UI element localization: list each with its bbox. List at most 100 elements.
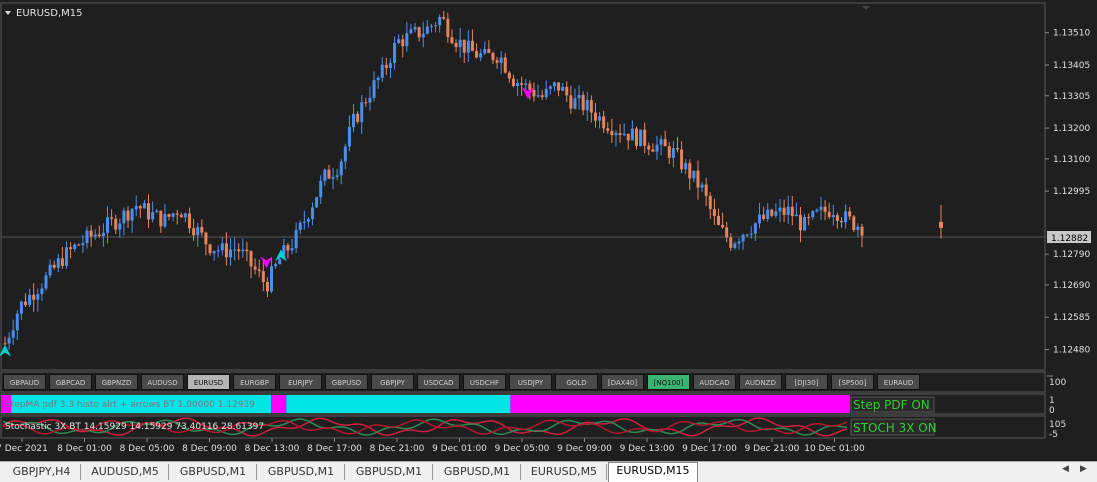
- candle-body: [835, 215, 839, 221]
- candle-body: [245, 249, 249, 252]
- candle-body: [659, 139, 663, 145]
- candle-body: [388, 63, 392, 68]
- symbol-button-audcad[interactable]: AUDCAD: [693, 374, 736, 390]
- symbol-button-audnzd[interactable]: AUDNZD: [739, 374, 782, 390]
- symbol-button-euraud[interactable]: EURAUD: [877, 374, 920, 390]
- candle-body: [844, 211, 848, 223]
- symbol-button-eurusd[interactable]: EURUSD: [187, 374, 230, 390]
- chart-tab[interactable]: GBPUSD,M1: [346, 464, 433, 480]
- candle-body: [93, 234, 97, 237]
- candle-body: [163, 214, 167, 227]
- symbol-button-eurgbp[interactable]: EURGBP: [233, 374, 276, 390]
- symbol-button-nq100[interactable]: [NQ100]: [647, 374, 690, 390]
- candle-body: [831, 215, 835, 218]
- candle-body: [528, 83, 532, 90]
- candle-body: [306, 219, 310, 222]
- candle-body: [393, 43, 397, 64]
- candle-body: [138, 206, 142, 209]
- candle-body: [581, 94, 585, 111]
- candle-body: [839, 220, 843, 223]
- candle-body: [598, 116, 602, 121]
- candle-body: [65, 247, 69, 266]
- symbol-button-gold[interactable]: GOLD: [555, 374, 598, 390]
- chart-tab[interactable]: GBPUSD,M1: [258, 464, 345, 480]
- candle-body: [81, 243, 85, 246]
- candle-body: [188, 213, 192, 229]
- candle-body: [790, 206, 794, 217]
- symbol-button-dax40[interactable]: [DAX40]: [601, 374, 644, 390]
- candle-body: [470, 40, 474, 51]
- indicator1-scale-bottom: 0: [1049, 406, 1055, 416]
- candle-body: [19, 301, 23, 314]
- candle-body: [725, 227, 729, 238]
- candle-body: [60, 258, 64, 266]
- candle-body: [106, 217, 110, 233]
- candle-body: [626, 133, 630, 141]
- candle-body: [803, 216, 807, 231]
- candle-body: [319, 180, 323, 198]
- candle-body: [352, 113, 356, 128]
- time-tick-label: 10 Dec 01:00: [804, 444, 865, 454]
- candle-body: [196, 227, 200, 236]
- candle-body: [483, 48, 487, 54]
- time-tick-label: 9 Dec 05:00: [495, 444, 550, 454]
- symbol-button-audusd[interactable]: AUDUSD: [141, 374, 184, 390]
- candle-body: [175, 213, 179, 215]
- tab-scroll-left-icon[interactable]: ◀: [1062, 464, 1069, 474]
- main-chart[interactable]: EURUSD,M15 1.13510 1.13405 1.13305 1.13200 1…: [0, 0, 1097, 481]
- price-tick-label: 1.13200: [1053, 124, 1090, 134]
- candle-body: [405, 33, 409, 47]
- candle-body: [753, 223, 757, 234]
- candle-body: [302, 221, 306, 223]
- symbol-button-usdchf[interactable]: USDCHF: [463, 374, 506, 390]
- symbol-button-eurjpy[interactable]: EURJPY: [279, 374, 322, 390]
- candle-body: [294, 229, 298, 249]
- candle-body: [315, 197, 319, 208]
- candle-body: [286, 245, 290, 251]
- candle-body: [462, 39, 466, 53]
- symbol-button-gbpaud[interactable]: GBPAUD: [3, 374, 46, 390]
- candle-body: [606, 128, 610, 131]
- chart-tab[interactable]: EURUSD,M15: [608, 462, 698, 482]
- candle-body: [524, 83, 528, 85]
- candle-body: [675, 148, 679, 150]
- price-tick-label: 1.13100: [1053, 155, 1090, 165]
- chart-tab[interactable]: AUDUSD,M5: [82, 464, 169, 480]
- candle-body: [495, 60, 499, 63]
- candle-body: [602, 116, 606, 129]
- symbol-button-gbpusd[interactable]: GBPUSD: [325, 374, 368, 390]
- candle-body: [634, 128, 638, 147]
- chart-tab[interactable]: GBPUSD,M1: [170, 464, 257, 480]
- candle-body: [593, 112, 597, 121]
- candle-body: [651, 149, 655, 152]
- candle-body: [815, 209, 819, 212]
- symbol-button-usdjpy[interactable]: USDJPY: [509, 374, 552, 390]
- candle-body: [745, 234, 749, 236]
- symbol-button-gbpcad[interactable]: GBPCAD: [49, 374, 92, 390]
- candle-body: [532, 89, 536, 97]
- indicator2-status: STOCH 3X ON: [853, 421, 937, 435]
- candle-body: [507, 72, 511, 79]
- chart-tab[interactable]: GBPUSD,M1: [434, 464, 521, 480]
- candle-body: [204, 232, 208, 245]
- candle-body: [819, 206, 823, 210]
- symbol-button-sp500[interactable]: [SP500]: [831, 374, 874, 390]
- candle-body: [183, 213, 187, 218]
- price-tick-label: 1.12995: [1053, 187, 1090, 197]
- symbol-button-gbpjpy[interactable]: GBPJPY: [371, 374, 414, 390]
- chart-tab[interactable]: EURUSD,M5: [522, 464, 607, 480]
- symbol-button-usdcad[interactable]: USDCAD: [417, 374, 460, 390]
- candle-body: [323, 169, 327, 181]
- chart-tab[interactable]: GBPJPY,H4: [3, 464, 81, 480]
- candle-body: [261, 271, 265, 283]
- candle-body: [458, 39, 462, 48]
- symbol-button-dji30[interactable]: [DJI30]: [785, 374, 828, 390]
- candle-body: [733, 243, 737, 248]
- symbol-button-gbpnzd[interactable]: GBPNZD: [95, 374, 138, 390]
- candle-body: [24, 301, 28, 306]
- candle-body: [466, 40, 470, 53]
- tab-scroll-right-icon[interactable]: ▶: [1080, 464, 1087, 474]
- candle-body: [343, 146, 347, 162]
- candle-body: [401, 39, 405, 47]
- candle-body: [643, 129, 647, 146]
